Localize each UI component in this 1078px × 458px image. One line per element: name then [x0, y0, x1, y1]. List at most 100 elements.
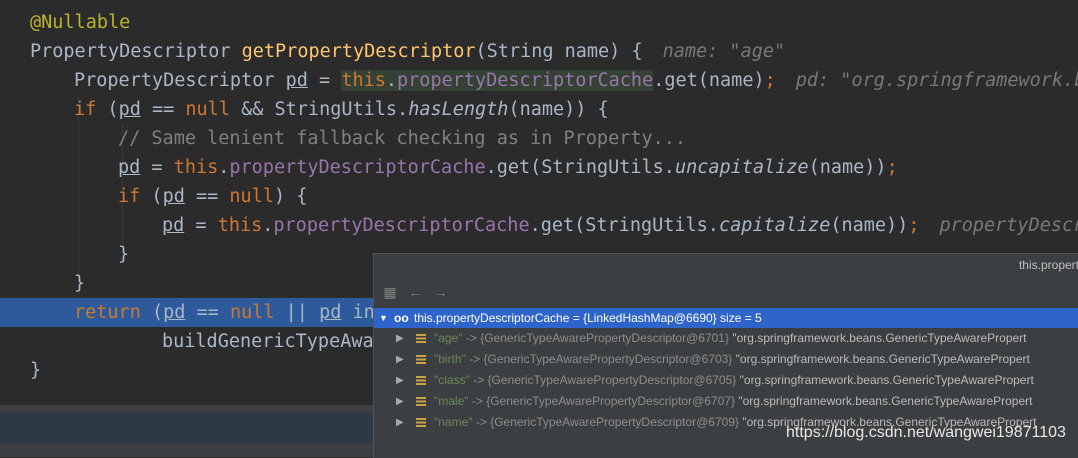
annotation: @Nullable	[30, 12, 131, 33]
null-keyword: null	[229, 186, 274, 207]
code-line[interactable]: @Nullable	[0, 8, 1078, 37]
collapse-arrow-icon[interactable]: ▼	[379, 308, 388, 328]
code-token: (	[140, 186, 163, 207]
code-token: =	[307, 70, 342, 91]
code-token: ==	[140, 99, 186, 120]
map-entry-icon	[416, 376, 426, 385]
code-token: =	[184, 215, 218, 236]
closing-brace: }	[74, 273, 86, 294]
code-token: .get(StringUtils.	[485, 157, 675, 178]
closing-brace: }	[118, 244, 130, 265]
entry-value: "org.springframework.beans.GenericTypeAw…	[736, 373, 1034, 387]
tree-entry[interactable]: ▶ "class" -> {GenericTypeAwarePropertyDe…	[374, 370, 1078, 391]
null-keyword: null	[229, 302, 275, 323]
variable: pd	[163, 302, 186, 323]
entry-ref: -> {GenericTypeAwarePropertyDescriptor@6…	[469, 373, 737, 387]
variable: pd	[162, 186, 185, 207]
entry-key: "male"	[434, 394, 469, 408]
inline-debug-hint: name: "age"	[662, 41, 786, 62]
code-token: (name)) {	[508, 99, 609, 120]
expand-arrow-icon[interactable]: ▶	[396, 391, 404, 412]
entry-ref: -> {GenericTypeAwarePropertyDescriptor@6…	[462, 331, 729, 345]
code-token: ||	[274, 302, 320, 323]
semicolon: ;	[764, 70, 776, 91]
code-line[interactable]: // Same lenient fallback checking as in …	[0, 124, 1078, 153]
expand-arrow-icon[interactable]: ▶	[396, 412, 404, 433]
root-value: = {LinkedHashMap@6690}	[569, 311, 717, 325]
entry-ref: -> {GenericTypeAwarePropertyDescriptor@6…	[465, 352, 733, 366]
field-name: propertyDescriptorCache	[397, 70, 654, 91]
entry-key: "birth"	[434, 352, 466, 366]
watch-glasses-icon: oo	[394, 311, 409, 325]
var-type: PropertyDescriptor	[74, 70, 286, 91]
tree-entry[interactable]: ▶ "male" -> {GenericTypeAwarePropertyDes…	[374, 391, 1078, 412]
if-keyword: if	[118, 186, 141, 207]
code-token: (name))	[830, 215, 909, 236]
code-token: ==	[184, 186, 230, 207]
entry-ref: -> {GenericTypeAwarePropertyDescriptor@6…	[468, 394, 735, 408]
tree-entry[interactable]: ▶ "birth" -> {GenericTypeAwarePropertyDe…	[374, 349, 1078, 370]
expand-arrow-icon[interactable]: ▶	[396, 349, 404, 370]
method-name: getPropertyDescriptor	[241, 41, 476, 62]
entry-key: "age"	[434, 331, 463, 345]
variable: pd	[162, 215, 185, 236]
code-token: (	[140, 302, 164, 323]
code-token: ==	[185, 302, 230, 323]
variable: pd	[319, 302, 342, 323]
tree-root-node[interactable]: ▼ oo this.propertyDescriptorCache = {Lin…	[374, 308, 1078, 328]
database-icon[interactable]: ▦	[380, 282, 400, 302]
return-type: PropertyDescriptor	[30, 41, 242, 62]
inline-debug-hint: pd: "org.springframework.be	[795, 70, 1078, 91]
if-keyword: if	[74, 99, 97, 120]
variable: pd	[118, 157, 141, 178]
code-line[interactable]: if (pd == null) {	[0, 182, 1078, 211]
arrow-right-icon[interactable]: →	[431, 282, 451, 302]
entry-key: "class"	[434, 373, 470, 387]
arrow-left-icon[interactable]: ←	[405, 282, 425, 302]
entry-value: "org.springframework.beans.GenericTypeAw…	[734, 394, 1033, 408]
variable: pd	[285, 70, 308, 91]
code-line[interactable]: pd = this.propertyDescriptorCache.get(St…	[0, 153, 1078, 182]
entry-value: "org.springframework.beans.GenericTypeAw…	[732, 352, 1030, 366]
entry-value: "org.springframework.beans.GenericTypeAw…	[728, 331, 1027, 345]
code-token: buildGenericTypeAwa	[162, 331, 374, 352]
code-line[interactable]: PropertyDescriptor getPropertyDescriptor…	[0, 37, 1078, 66]
semicolon: ;	[886, 157, 898, 178]
entry-key: "name"	[434, 415, 473, 429]
this-keyword: this	[173, 157, 219, 178]
tree-entry[interactable]: ▶ "age" -> {GenericTypeAwarePropertyDesc…	[374, 328, 1078, 349]
map-entry-icon	[416, 397, 426, 406]
code-token: .get(name)	[653, 70, 765, 91]
code-token: (name))	[808, 157, 887, 178]
null-keyword: null	[185, 99, 230, 120]
root-expression: this.propertyDescriptorCache	[414, 311, 570, 325]
code-line[interactable]: if (pd == null && StringUtils.hasLength(…	[0, 95, 1078, 124]
code-token: .	[385, 70, 398, 91]
watermark-url: https://blog.csdn.net/wangwei19871103	[786, 424, 1066, 441]
root-size: size = 5	[716, 311, 762, 325]
map-entry-icon	[416, 418, 426, 427]
code-token: .	[218, 157, 230, 178]
code-line[interactable]: pd = this.propertyDescriptorCache.get(St…	[0, 211, 1078, 240]
entry-ref: -> {GenericTypeAwarePropertyDescriptor@6…	[472, 415, 739, 429]
this-keyword: this	[341, 70, 386, 91]
field-name: propertyDescriptorCache	[229, 157, 486, 178]
return-keyword: return	[74, 302, 141, 323]
expand-arrow-icon[interactable]: ▶	[396, 328, 404, 349]
variable: pd	[118, 99, 141, 120]
expand-arrow-icon[interactable]: ▶	[396, 370, 404, 391]
static-method: capitalize	[718, 215, 831, 236]
code-token: =	[140, 157, 174, 178]
code-comment: // Same lenient fallback checking as in …	[118, 128, 687, 149]
inline-debug-hint: propertyDescr	[939, 215, 1078, 236]
method-params: (String name) {	[475, 41, 643, 62]
semicolon: ;	[908, 215, 920, 236]
popup-title: this.propert	[1018, 258, 1078, 272]
code-token: .	[262, 215, 274, 236]
code-line[interactable]: PropertyDescriptor pd = this.propertyDes…	[0, 66, 1078, 95]
static-method: hasLength	[408, 99, 509, 120]
closing-brace: }	[30, 360, 42, 381]
code-token: && StringUtils.	[229, 99, 409, 120]
this-keyword: this	[217, 215, 263, 236]
code-token: (	[96, 99, 119, 120]
